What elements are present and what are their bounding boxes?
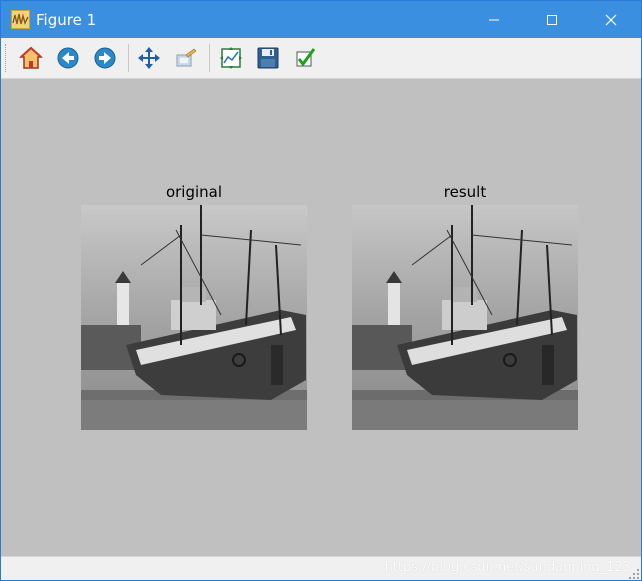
home-button[interactable] [17,44,45,72]
maximize-button[interactable] [523,1,581,38]
back-button[interactable] [54,44,82,72]
close-icon [605,14,617,25]
floppy-disk-icon [257,47,279,69]
pan-button[interactable] [135,44,163,72]
zoom-button[interactable] [172,44,200,72]
matplotlib-figure-icon [11,10,30,29]
checkmark-icon [296,48,316,67]
minimize-icon [489,19,499,20]
toolbar-separator [128,44,129,72]
watermark-text: https://blog.csdn.net/sundanping_123 [384,560,631,575]
subplot-title-result: result [443,183,487,201]
subplots-button[interactable] [217,44,245,72]
zoom-rect-icon [176,48,197,67]
subplot-title-original: original [165,183,223,201]
forward-button[interactable] [91,44,119,72]
toolbar-grip[interactable] [5,44,8,72]
edit-parameters-button[interactable] [291,44,319,72]
minimize-button[interactable] [465,1,523,38]
back-arrow-icon [57,47,79,69]
navigation-toolbar [1,38,641,79]
toolbar-separator [209,44,210,72]
original-image [81,205,307,430]
close-button[interactable] [582,1,640,38]
resize-grip-icon[interactable] [629,569,639,579]
result-image [352,205,578,430]
window-title: Figure 1 [36,11,97,29]
figure-window: Figure 1 original result https://blog.cs… [0,0,642,581]
figure-canvas[interactable]: original result [1,79,641,556]
forward-arrow-icon [94,47,116,69]
maximize-icon [547,14,557,25]
home-icon [19,46,43,69]
title-bar[interactable]: Figure 1 [1,1,641,38]
save-button[interactable] [254,44,282,72]
pan-arrows-icon [138,47,160,69]
subplots-config-icon [220,47,242,69]
status-bar: https://blog.csdn.net/sundanping_123 [1,556,641,580]
